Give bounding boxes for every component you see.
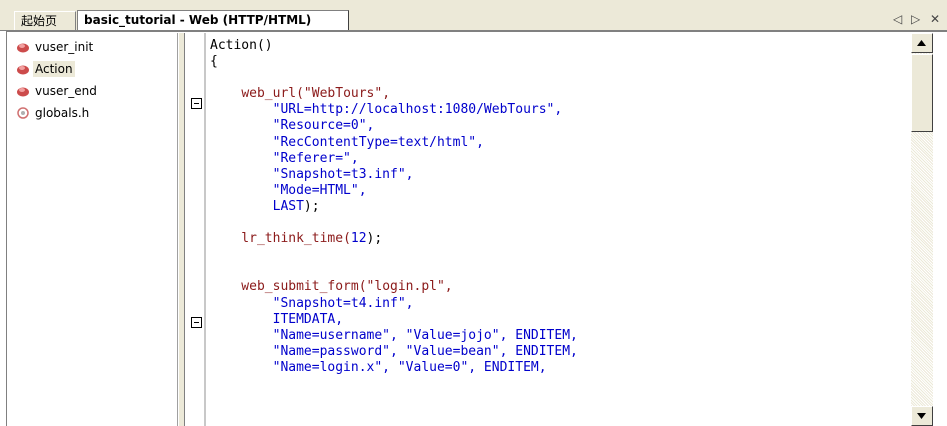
code-line: "Snapshot=t4.inf", <box>210 296 910 312</box>
code-token: "Referer=", <box>210 150 359 166</box>
code-line: "Name=username", "Value=jojo", ENDITEM, <box>210 328 910 344</box>
code-editor[interactable]: Action(){ web_url("WebTours", "URL=http:… <box>210 38 910 426</box>
tab-start-page[interactable]: 起始页 <box>14 11 76 31</box>
code-token: "Snapshot=t4.inf", <box>210 295 414 311</box>
scroll-down-button[interactable] <box>911 406 933 426</box>
fold-gutter <box>186 33 206 426</box>
code-line: "URL=http://localhost:1080/WebTours", <box>210 102 910 118</box>
script-icon <box>17 43 29 53</box>
tree-item-vuser-init[interactable]: vuser_init <box>16 37 95 57</box>
tree-item-action[interactable]: Action <box>16 59 75 79</box>
code-token: lr_think_time <box>210 231 344 247</box>
code-token: Action() <box>210 38 273 53</box>
script-icon <box>17 65 29 75</box>
script-icon <box>17 87 29 97</box>
code-line: "RecContentType=text/html", <box>210 135 910 151</box>
code-token: "Snapshot=t3.inf", <box>210 166 414 182</box>
code-line: web_url("WebTours", <box>210 86 910 102</box>
tree-item-label: vuser_init <box>35 40 94 54</box>
scroll-thumb[interactable] <box>911 54 933 132</box>
collapse-icon[interactable] <box>191 98 202 109</box>
close-tab-icon[interactable]: ✕ <box>930 10 940 28</box>
header-file-icon <box>17 107 29 119</box>
code-token: "Mode=HTML", <box>210 182 367 198</box>
code-token: { <box>210 54 218 70</box>
tree-item-label: vuser_end <box>35 84 97 98</box>
code-line: Action() <box>210 38 910 54</box>
code-token: ); <box>303 198 320 214</box>
tree-item-vuser-end[interactable]: vuser_end <box>16 81 99 101</box>
tab-next-icon[interactable]: ▷ <box>911 10 920 28</box>
tab-basic-tutorial[interactable]: basic_tutorial - Web (HTTP/HTML) <box>77 10 349 31</box>
code-line: { <box>210 54 910 70</box>
code-line: "Name=login.x", "Value=0", ENDITEM, <box>210 360 910 376</box>
code-token: "Name=username", "Value=jojo", ENDITEM, <box>210 327 578 343</box>
code-token: "URL=http://localhost:1080/WebTours", <box>210 102 563 118</box>
scroll-up-button[interactable] <box>911 33 933 53</box>
code-token: "Resource=0", <box>210 118 375 134</box>
arrow-down-icon <box>917 413 926 419</box>
code-line: web_submit_form("login.pl", <box>210 279 910 295</box>
code-token: ( <box>343 231 351 247</box>
code-line: ITEMDATA, <box>210 312 910 328</box>
code-line: "Resource=0", <box>210 118 910 134</box>
tree-item-label: globals.h <box>35 106 90 120</box>
tree-item-globals[interactable]: globals.h <box>16 103 91 123</box>
code-token: "RecContentType=text/html", <box>210 134 484 150</box>
code-token: ); <box>366 231 383 247</box>
code-line: "Mode=HTML", <box>210 183 910 199</box>
code-token: 12 <box>350 231 367 247</box>
code-token: "Name=password", "Value=bean", ENDITEM, <box>210 343 578 359</box>
tab-prev-icon[interactable]: ◁ <box>893 10 902 28</box>
code-token: ITEMDATA, <box>210 311 344 327</box>
code-line: "Name=password", "Value=bean", ENDITEM, <box>210 344 910 360</box>
tree-item-label: Action <box>33 61 75 77</box>
code-token: "Name=login.x", "Value=0", ENDITEM, <box>210 359 547 375</box>
code-token: ("login.pl", <box>358 279 453 295</box>
pane-splitter[interactable] <box>178 33 185 426</box>
code-line: "Referer=", <box>210 151 910 167</box>
arrow-up-icon <box>917 40 926 46</box>
code-line: "Snapshot=t3.inf", <box>210 167 910 183</box>
script-tree: vuser_init Action vuser_end globals.h <box>12 33 178 426</box>
code-line: lr_think_time(12); <box>210 231 910 247</box>
code-token: web_submit_form <box>210 279 359 295</box>
code-line: LAST); <box>210 199 910 215</box>
code-token: ("WebTours", <box>296 86 391 102</box>
code-token: LAST <box>210 198 304 214</box>
collapse-icon[interactable] <box>191 317 202 328</box>
code-token: web_url <box>241 86 297 102</box>
